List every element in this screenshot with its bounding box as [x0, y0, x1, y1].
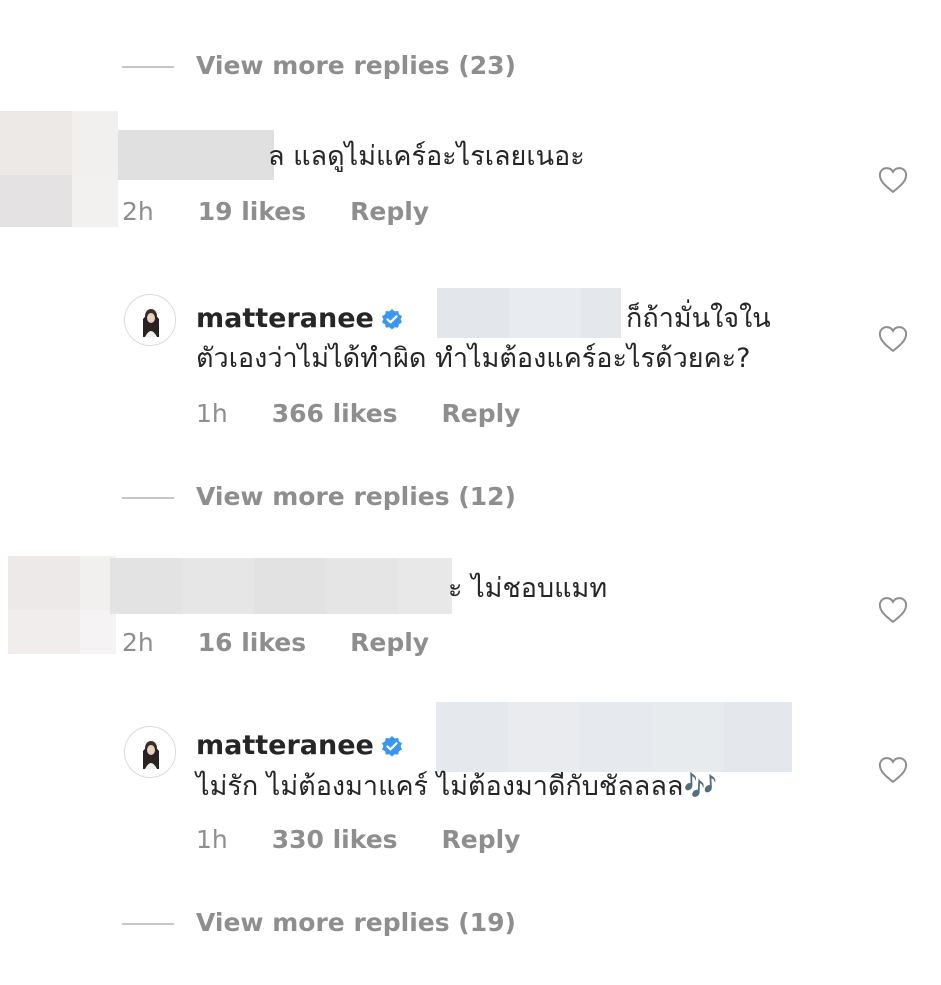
- reply-button[interactable]: Reply: [350, 628, 429, 657]
- avatar-image: [143, 741, 159, 769]
- reply-meta: 1h 330 likes Reply: [196, 825, 520, 854]
- reply-meta: 1h 366 likes Reply: [196, 399, 520, 428]
- view-more-replies-button[interactable]: View more replies (19): [196, 908, 516, 937]
- music-notes-emoji: 🎶: [683, 771, 718, 802]
- avatar[interactable]: [124, 294, 176, 346]
- heart-icon[interactable]: [878, 325, 908, 353]
- heart-icon[interactable]: [878, 166, 908, 194]
- reply-text-line-1: ไม่รัก ไม่ต้องมาแคร์ ไม่ต้องมาดีกับชัลลล…: [196, 768, 717, 806]
- redacted-username: [118, 130, 274, 180]
- reply-text-line-1: ก็ถ้ามั่นใจใน: [626, 303, 771, 334]
- heart-icon[interactable]: [878, 756, 908, 784]
- likes-count[interactable]: 330 likes: [272, 825, 398, 854]
- redacted-username: [110, 558, 452, 614]
- reply-line-1: matteranee: [196, 300, 404, 338]
- heart-icon[interactable]: [878, 596, 908, 624]
- comment-text: ะ ไม่ชอบแมท: [448, 573, 608, 604]
- view-more-replies-button[interactable]: View more replies (12): [196, 482, 516, 511]
- reply-line-1: matteranee: [196, 727, 404, 765]
- divider-line: [122, 66, 174, 68]
- likes-count[interactable]: 19 likes: [198, 197, 306, 226]
- comment-text: ล แลดูไม่แคร์อะไรเลยเนอะ: [268, 141, 585, 172]
- likes-count[interactable]: 366 likes: [272, 399, 398, 428]
- redacted-mention: [436, 702, 792, 772]
- comment-meta: 2h 16 likes Reply: [122, 628, 429, 657]
- comment-meta: 2h 19 likes Reply: [122, 197, 429, 226]
- view-more-replies-button[interactable]: View more replies (23): [196, 51, 516, 80]
- avatar-image: [143, 309, 159, 337]
- verified-badge-icon: [381, 735, 402, 757]
- comment-time: 2h: [122, 197, 154, 226]
- blurred-avatar: [8, 556, 116, 654]
- reply-text: ไม่รัก ไม่ต้องมาแคร์ ไม่ต้องมาดีกับชัลลล…: [196, 771, 684, 802]
- verified-badge-icon: [381, 308, 402, 330]
- reply-button[interactable]: Reply: [442, 399, 521, 428]
- comment-time: 2h: [122, 628, 154, 657]
- reply-button[interactable]: Reply: [442, 825, 521, 854]
- divider-line: [122, 923, 174, 925]
- reply-time: 1h: [196, 825, 228, 854]
- username[interactable]: matteranee: [196, 730, 374, 761]
- reply-time: 1h: [196, 399, 228, 428]
- reply-button[interactable]: Reply: [350, 197, 429, 226]
- divider-line: [122, 497, 174, 499]
- blurred-avatar: [0, 111, 118, 227]
- redacted-mention: [437, 288, 621, 338]
- reply-text-line-2: ตัวเองว่าไม่ได้ทำผิด ทำไมต้องแคร์อะไรด้ว…: [196, 343, 751, 374]
- avatar[interactable]: [124, 726, 176, 778]
- username[interactable]: matteranee: [196, 303, 374, 334]
- likes-count[interactable]: 16 likes: [198, 628, 306, 657]
